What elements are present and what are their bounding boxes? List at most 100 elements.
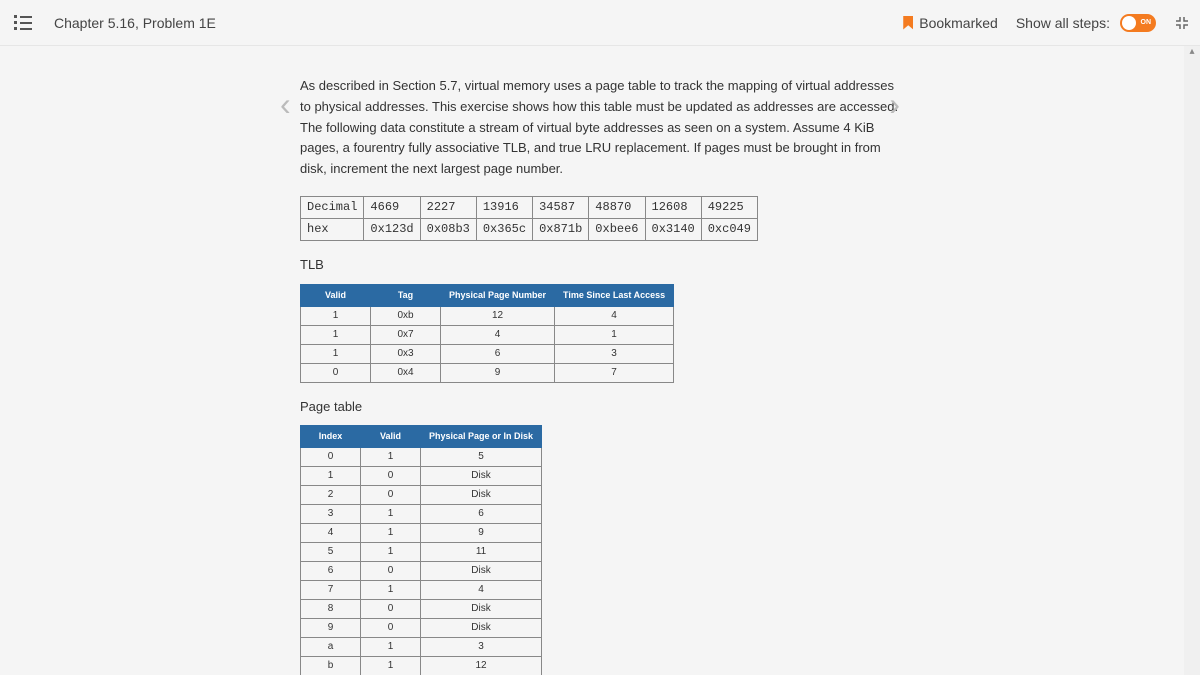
address-stream-table: Decimal466922271391634587488701260849225… [300,196,758,241]
tlb-cell: 1 [301,306,371,325]
page-table-cell: 1 [361,447,421,466]
page-table-cell: a [301,637,361,656]
bookmarked-label: Bookmarked [919,15,998,31]
page-table-cell: 0 [361,561,421,580]
page-table-cell: 1 [361,542,421,561]
stream-row-label: hex [301,219,364,241]
page-table-header: Valid [361,426,421,447]
page-table-cell: b [301,656,361,675]
page-table: IndexValidPhysical Page or In Disk 01510… [300,425,542,675]
page-table-cell: Disk [421,599,542,618]
page-table-cell: 4 [421,580,542,599]
stream-cell: 0xc049 [701,219,757,241]
stream-cell: 2227 [420,196,476,218]
scroll-up-arrow[interactable]: ▴ [1184,46,1200,57]
stream-cell: 48870 [589,196,645,218]
toggle-knob [1122,16,1136,30]
tlb-cell: 1 [555,325,674,344]
page-table-cell: Disk [421,485,542,504]
tlb-header: Time Since Last Access [555,285,674,306]
page-table-cell: 8 [301,599,361,618]
tlb-cell: 9 [441,363,555,382]
content-area: ‹ › As described in Section 5.7, virtual… [0,46,1200,675]
page-table-cell: 9 [421,523,542,542]
page-table-cell: 6 [421,504,542,523]
bookmarked-indicator[interactable]: Bookmarked [903,15,998,31]
tlb-cell: 0 [301,363,371,382]
stream-cell: 34587 [533,196,589,218]
tlb-cell: 1 [301,344,371,363]
tlb-table: ValidTagPhysical Page NumberTime Since L… [300,284,674,382]
tlb-cell: 3 [555,344,674,363]
show-steps-label: Show all steps: [1016,15,1110,31]
page-table-cell: 12 [421,656,542,675]
stream-cell: 4669 [364,196,420,218]
page-table-cell: 0 [361,485,421,504]
page-table-cell: 0 [361,466,421,485]
page-table-cell: 9 [301,618,361,637]
collapse-icon [1175,16,1189,30]
page-table-cell: Disk [421,561,542,580]
page-table-cell: 1 [301,466,361,485]
tlb-header: Valid [301,285,371,306]
stream-cell: 0x123d [364,219,420,241]
tlb-cell: 12 [441,306,555,325]
page-table-cell: 1 [361,580,421,599]
page-table-title: Page table [300,397,900,418]
page-table-cell: Disk [421,466,542,485]
tlb-cell: 0x7 [371,325,441,344]
next-problem-button[interactable]: › [889,86,900,123]
stream-cell: 0x08b3 [420,219,476,241]
tlb-header: Tag [371,285,441,306]
tlb-title: TLB [300,255,900,276]
page-table-cell: 3 [421,637,542,656]
page-table-cell: 4 [301,523,361,542]
page-table-cell: 0 [361,618,421,637]
tlb-cell: 6 [441,344,555,363]
stream-cell: 0x3140 [645,219,701,241]
page-table-header: Physical Page or In Disk [421,426,542,447]
vertical-scrollbar[interactable]: ▴ [1184,46,1200,675]
page-table-cell: 5 [301,542,361,561]
tlb-cell: 0x4 [371,363,441,382]
chapter-title: Chapter 5.16, Problem 1E [54,15,216,31]
tlb-cell: 0x3 [371,344,441,363]
stream-row-label: Decimal [301,196,364,218]
top-header: Chapter 5.16, Problem 1E Bookmarked Show… [0,0,1200,46]
fullscreen-icon[interactable] [1174,15,1190,31]
page-table-cell: 3 [301,504,361,523]
tlb-header: Physical Page Number [441,285,555,306]
toggle-on-label: ON [1141,19,1152,26]
stream-cell: 0xbee6 [589,219,645,241]
page-table-cell: 1 [361,504,421,523]
stream-cell: 12608 [645,196,701,218]
stream-cell: 0x871b [533,219,589,241]
page-table-cell: 2 [301,485,361,504]
page-table-cell: Disk [421,618,542,637]
stream-cell: 0x365c [476,219,532,241]
page-table-cell: 1 [361,656,421,675]
page-table-cell: 1 [361,637,421,656]
page-table-cell: 6 [301,561,361,580]
menu-icon[interactable] [10,11,36,34]
tlb-cell: 1 [301,325,371,344]
problem-body: As described in Section 5.7, virtual mem… [300,76,900,675]
stream-cell: 13916 [476,196,532,218]
stream-cell: 49225 [701,196,757,218]
page-table-cell: 5 [421,447,542,466]
tlb-cell: 7 [555,363,674,382]
problem-description: As described in Section 5.7, virtual mem… [300,76,900,180]
prev-problem-button[interactable]: ‹ [280,86,291,123]
page-table-cell: 0 [361,599,421,618]
page-table-header: Index [301,426,361,447]
page-table-cell: 1 [361,523,421,542]
page-table-cell: 0 [301,447,361,466]
tlb-cell: 0xb [371,306,441,325]
show-all-steps: Show all steps: ON [1016,14,1156,32]
tlb-cell: 4 [555,306,674,325]
show-steps-toggle[interactable]: ON [1120,14,1156,32]
bookmark-icon [903,16,913,30]
page-table-cell: 7 [301,580,361,599]
page-table-cell: 11 [421,542,542,561]
tlb-cell: 4 [441,325,555,344]
